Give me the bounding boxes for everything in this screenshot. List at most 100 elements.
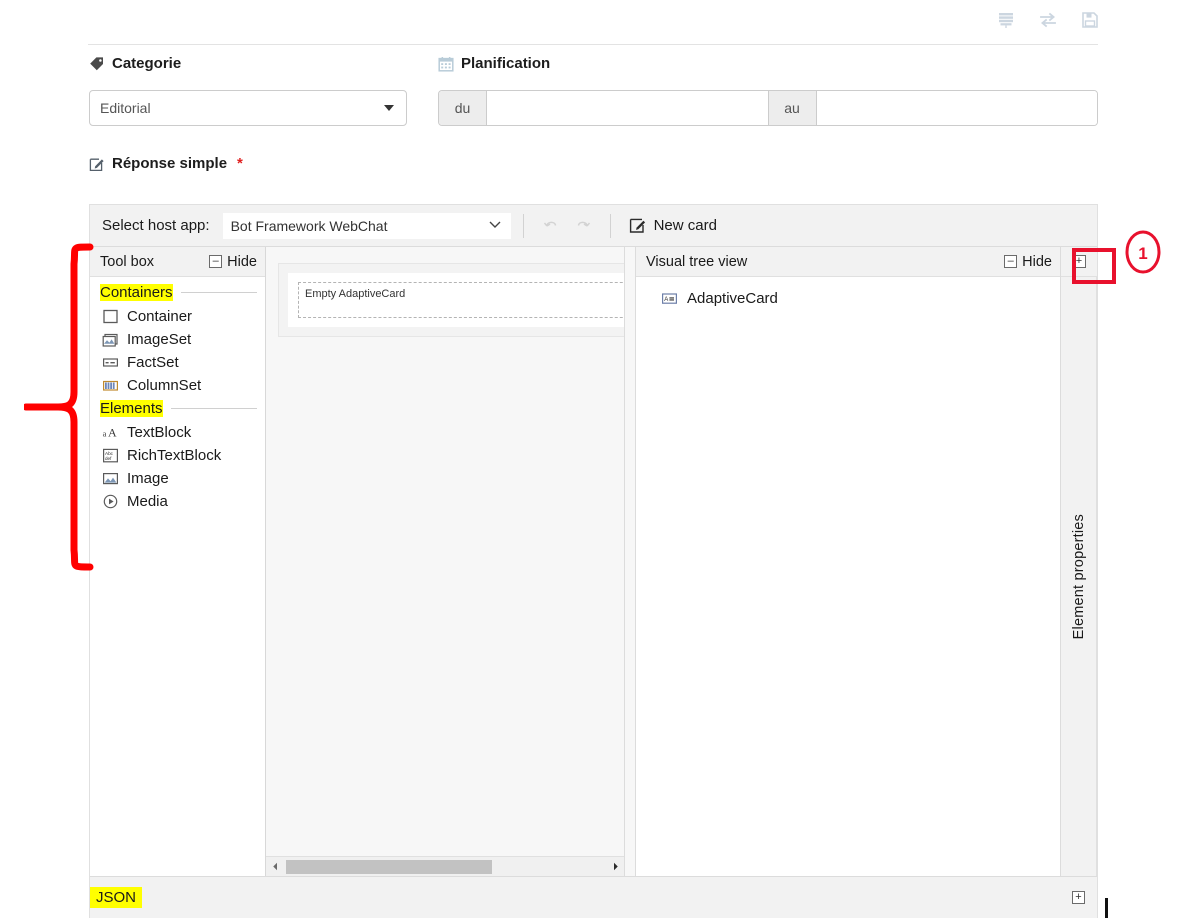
- canvas-horizontal-scrollbar[interactable]: [266, 856, 624, 876]
- date-to-addon: au: [768, 91, 817, 125]
- redo-button[interactable]: [567, 214, 599, 238]
- visual-tree-view-header: Visual tree view – Hide: [636, 247, 1060, 277]
- host-app-select[interactable]: Bot Framework WebChat: [221, 211, 512, 240]
- categorie-label-row: Categorie: [89, 55, 407, 72]
- calendar-icon: [438, 56, 454, 72]
- visual-tree-view-title: Visual tree view: [646, 253, 748, 270]
- visual-tree-hide-label: Hide: [1022, 253, 1052, 270]
- tool-box-title: Tool box: [100, 253, 155, 270]
- card-inner: Empty AdaptiveCard: [288, 273, 624, 327]
- layers-icon[interactable]: [996, 10, 1016, 30]
- date-from-input[interactable]: [487, 91, 768, 125]
- top-toolbar-icons: [996, 10, 1100, 30]
- adaptivecard-icon: A: [661, 290, 678, 307]
- chevron-down-icon: [384, 105, 394, 111]
- card-canvas-column: Empty AdaptiveCard: [266, 247, 624, 876]
- svg-text:A: A: [664, 297, 668, 303]
- tool-box-list: Containers Container ImageSet FactSet Co…: [90, 277, 265, 876]
- toolbox-group-label: Containers: [100, 284, 173, 301]
- tool-box-panel: Tool box – Hide Containers Container Ima…: [90, 247, 266, 876]
- scroll-left-arrow-icon[interactable]: [266, 862, 284, 871]
- tool-item-label: RichTextBlock: [127, 447, 222, 464]
- date-from-addon: du: [439, 91, 487, 125]
- toolbox-group-label: Elements: [100, 400, 163, 417]
- factset-icon: [102, 354, 119, 371]
- top-toolbar: [0, 0, 1178, 42]
- tool-item-label: ImageSet: [127, 331, 192, 348]
- expand-plus-icon[interactable]: +: [1072, 891, 1085, 904]
- toolbar-divider: [609, 213, 611, 238]
- panel-splitter[interactable]: [624, 247, 636, 876]
- tool-box-hide-label: Hide: [227, 253, 257, 270]
- svg-text:1: 1: [1138, 244, 1147, 263]
- tool-item-textblock[interactable]: a A TextBlock: [90, 421, 265, 444]
- visual-tree-view-panel: Visual tree view – Hide A AdaptiveCard: [636, 247, 1061, 876]
- tool-item-label: Media: [127, 493, 168, 510]
- tool-item-image[interactable]: Image: [90, 467, 265, 490]
- svg-text:def: def: [105, 456, 112, 461]
- tool-item-media[interactable]: Media: [90, 490, 265, 513]
- new-card-button[interactable]: New card: [622, 214, 723, 238]
- tool-item-factset[interactable]: FactSet: [90, 351, 265, 374]
- tool-box-hide-button[interactable]: – Hide: [209, 254, 257, 270]
- empty-card-placeholder[interactable]: Empty AdaptiveCard: [298, 282, 624, 318]
- visual-tree-hide-button[interactable]: – Hide: [1004, 254, 1052, 270]
- group-divider: [180, 292, 257, 293]
- required-asterisk: *: [237, 155, 243, 172]
- tool-item-imageset[interactable]: ImageSet: [90, 328, 265, 351]
- save-floppy-icon[interactable]: [1080, 10, 1100, 30]
- designer-body: Tool box – Hide Containers Container Ima…: [90, 247, 1097, 876]
- element-properties-vertical-tab[interactable]: Element properties: [1061, 277, 1097, 876]
- planification-label: Planification: [461, 55, 551, 72]
- tool-item-columnset[interactable]: ColumnSet: [90, 374, 265, 397]
- tool-item-container[interactable]: Container: [90, 305, 265, 328]
- visual-tree-body: A AdaptiveCard: [636, 277, 1060, 876]
- collapse-minus-icon: –: [1004, 255, 1018, 268]
- tree-node-label: AdaptiveCard: [687, 290, 778, 307]
- tree-node-adaptivecard[interactable]: A AdaptiveCard: [636, 287, 1060, 310]
- tool-box-header: Tool box – Hide: [90, 247, 265, 277]
- scrollbar-track[interactable]: [284, 859, 606, 874]
- annotation-left-brace: [22, 242, 94, 572]
- swap-arrows-icon[interactable]: [1038, 10, 1058, 30]
- annotation-red-box: [1072, 248, 1116, 284]
- card-shell: Empty AdaptiveCard: [278, 263, 624, 337]
- planification-label-row: Planification: [438, 55, 1098, 72]
- columnset-icon: [102, 377, 119, 394]
- element-properties-title: Element properties: [1070, 513, 1087, 640]
- scrollbar-thumb[interactable]: [286, 859, 493, 874]
- categorie-selected-value: Editorial: [100, 100, 151, 116]
- textblock-icon: a A: [102, 424, 119, 441]
- container-square-icon: [102, 308, 119, 325]
- header-divider: [88, 44, 1098, 45]
- categorie-select[interactable]: Editorial: [89, 90, 407, 126]
- new-card-icon: [629, 218, 645, 233]
- toolbox-group-containers: Containers: [90, 283, 265, 302]
- annotation-callout-1: 1: [1122, 228, 1164, 276]
- json-editor-bar[interactable]: JSON +: [90, 876, 1097, 918]
- json-label: JSON: [90, 887, 143, 908]
- date-to-input[interactable]: [816, 91, 1097, 125]
- element-properties-panel: + Element properties: [1061, 247, 1097, 876]
- planification-field: Planification du au: [438, 55, 1098, 126]
- planification-daterange: du au: [438, 90, 1098, 126]
- group-divider: [170, 408, 257, 409]
- designer-toolbar: Select host app: Bot Framework WebChat N…: [90, 205, 1097, 247]
- text-cursor-mark: [1105, 898, 1108, 918]
- host-app-selected-value: Bot Framework WebChat: [230, 217, 388, 234]
- toolbar-divider: [522, 213, 524, 238]
- collapse-minus-icon: –: [209, 255, 223, 268]
- tool-item-label: Image: [127, 470, 169, 487]
- svg-text:a: a: [103, 429, 107, 439]
- reponse-simple-label-row: Réponse simple *: [89, 155, 243, 172]
- reponse-simple-label: Réponse simple: [112, 155, 228, 172]
- card-canvas[interactable]: Empty AdaptiveCard: [266, 247, 624, 856]
- categorie-label: Categorie: [112, 55, 182, 72]
- tag-icon: [89, 56, 105, 72]
- imageset-icon: [102, 331, 119, 348]
- chevron-down-icon: [487, 216, 503, 235]
- edit-square-icon: [89, 156, 105, 172]
- scroll-right-arrow-icon[interactable]: [606, 862, 624, 871]
- undo-button[interactable]: [535, 214, 567, 238]
- tool-item-richtextblock[interactable]: Abc def RichTextBlock: [90, 444, 265, 467]
